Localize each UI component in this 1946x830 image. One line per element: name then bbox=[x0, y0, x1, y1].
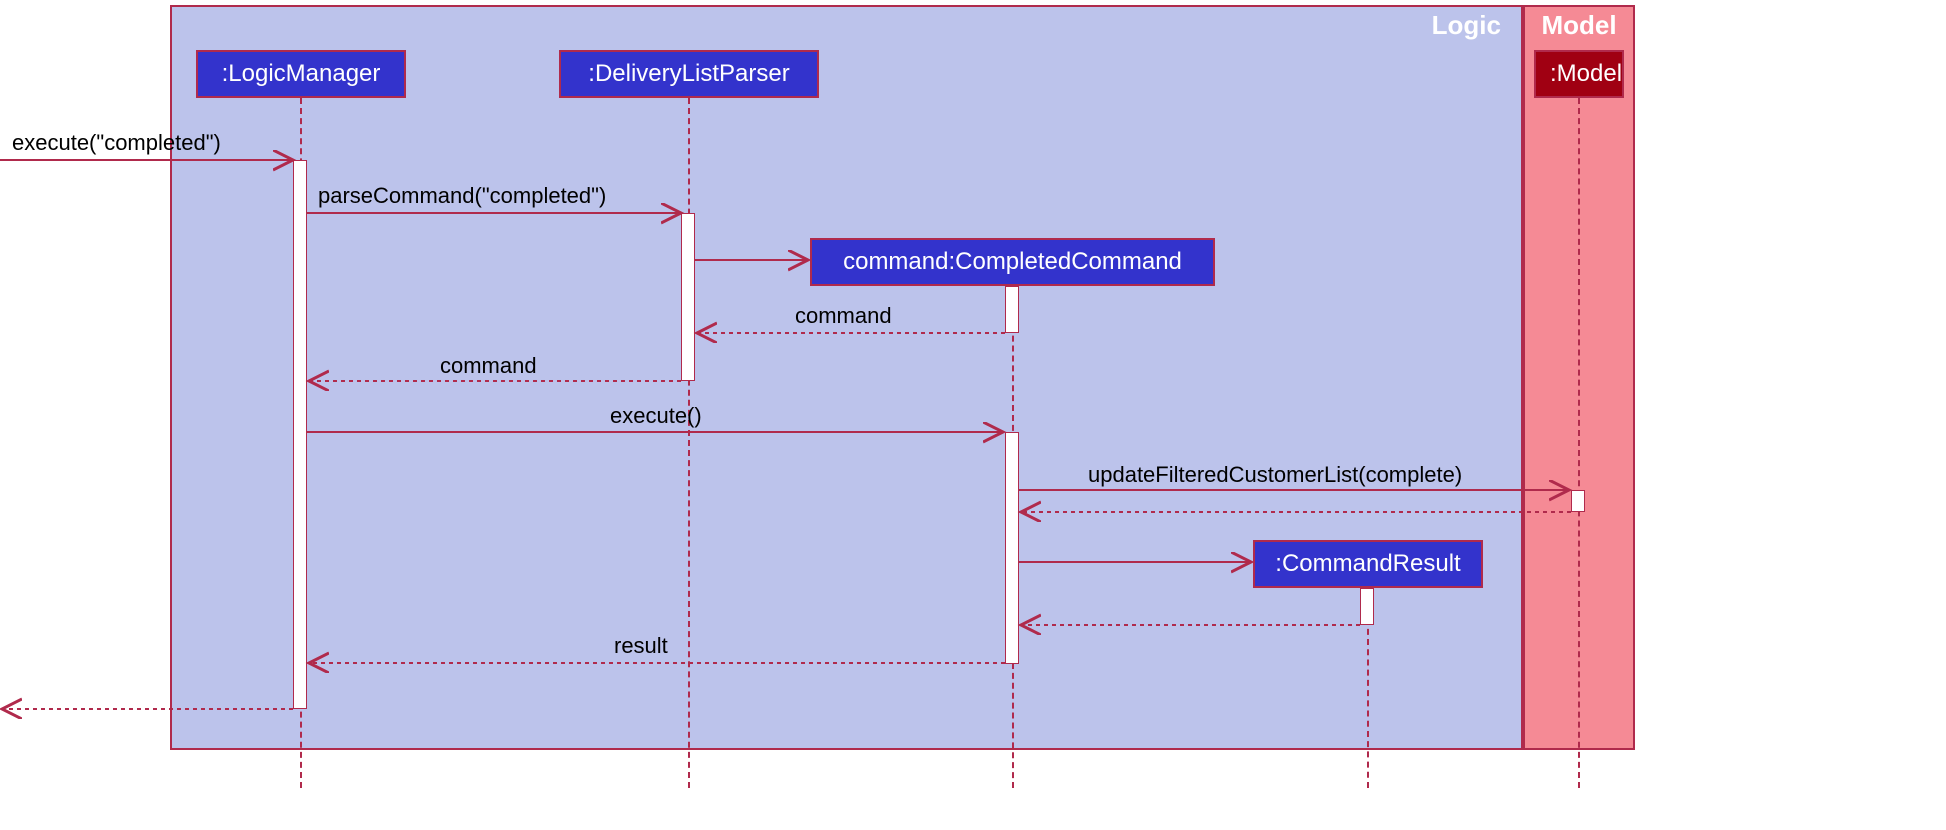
activation-command-result bbox=[1360, 588, 1374, 625]
activation-delivery-list-parser bbox=[681, 213, 695, 381]
lifeline-model bbox=[1578, 98, 1580, 788]
participant-delivery-list-parser: :DeliveryListParser bbox=[559, 50, 819, 98]
participant-model: :Model bbox=[1534, 50, 1624, 98]
activation-completed-command-1 bbox=[1005, 286, 1019, 333]
participant-logic-manager: :LogicManager bbox=[196, 50, 406, 98]
region-logic-label: Logic bbox=[1432, 10, 1501, 41]
lifeline-delivery-list-parser bbox=[688, 98, 690, 788]
label-command-return2: command bbox=[440, 353, 537, 379]
region-model-label: Model bbox=[1525, 10, 1633, 41]
activation-model bbox=[1571, 490, 1585, 512]
label-execute-call: execute() bbox=[610, 403, 702, 429]
region-logic: Logic bbox=[170, 5, 1523, 750]
participant-command-result: :CommandResult bbox=[1253, 540, 1483, 588]
label-execute-completed: execute("completed") bbox=[12, 130, 221, 156]
label-result-return: result bbox=[614, 633, 668, 659]
label-parsecommand-completed: parseCommand("completed") bbox=[318, 183, 606, 209]
activation-completed-command-2 bbox=[1005, 432, 1019, 664]
participant-completed-command: command:CompletedCommand bbox=[810, 238, 1215, 286]
sequence-diagram: Logic Model :LogicManager :DeliveryListP… bbox=[0, 0, 1946, 830]
activation-logic-manager bbox=[293, 160, 307, 709]
label-command-return1: command bbox=[795, 303, 892, 329]
label-update-filtered-customer-list: updateFilteredCustomerList(complete) bbox=[1088, 462, 1462, 488]
